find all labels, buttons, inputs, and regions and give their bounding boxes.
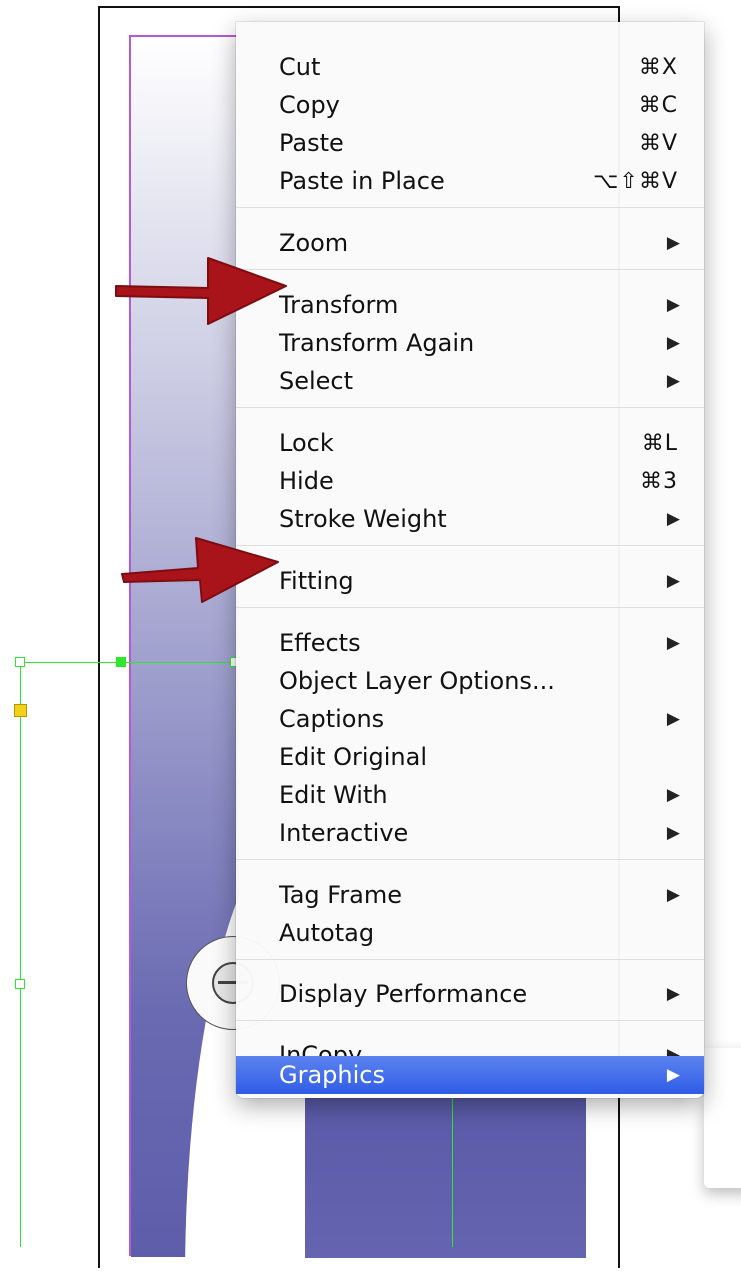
menu-item-copy[interactable]: Copy ⌘C	[236, 86, 704, 124]
menu-item-paste-in-place[interactable]: Paste in Place ⌥⇧⌘V	[236, 162, 704, 200]
submenu-arrow-icon: ▶	[666, 984, 680, 1004]
menu-separator	[236, 207, 704, 208]
selection-handle-top-left[interactable]	[15, 657, 25, 667]
menu-item-label: Object Layer Options...	[279, 667, 555, 695]
menu-item-graphics[interactable]: Graphics ▶	[236, 1056, 704, 1094]
menu-item-captions[interactable]: Captions ▶	[236, 700, 704, 738]
menu-item-label: Hide	[279, 467, 334, 495]
submenu-arrow-icon: ▶	[666, 233, 680, 253]
margin-guide-left	[129, 36, 131, 1256]
menu-item-label: Fitting	[279, 567, 354, 595]
menu-item-transform[interactable]: Transform ▶	[236, 286, 704, 324]
menu-item-label: Edit With	[279, 781, 388, 809]
menu-item-label: Lock	[279, 429, 334, 457]
submenu-arrow-icon: ▶	[666, 633, 680, 653]
selection-frame-center-guide	[452, 1098, 453, 1247]
submenu-arrow-icon: ▶	[666, 709, 680, 729]
menu-separator	[236, 407, 704, 408]
menu-item-label: Edit Original	[279, 743, 428, 771]
menu-item-label: Effects	[279, 629, 361, 657]
menu-item-stroke-weight[interactable]: Stroke Weight ▶	[236, 500, 704, 538]
menu-item-display-performance[interactable]: Display Performance ▶	[236, 975, 704, 1013]
menu-item-cut[interactable]: Cut ⌘X	[236, 48, 704, 86]
menu-item-hide[interactable]: Hide ⌘3	[236, 462, 704, 500]
annotation-arrow-fitting-icon	[121, 537, 279, 603]
context-menu: Cut ⌘X Copy ⌘C Paste ⌘V Paste in Place ⌥…	[236, 22, 704, 1098]
selection-handle-left-mid[interactable]	[15, 979, 25, 989]
menu-item-label: Captions	[279, 705, 385, 733]
menu-item-select[interactable]: Select ▶	[236, 362, 704, 400]
submenu-arrow-icon: ▶	[666, 371, 680, 391]
menu-item-shortcut: ⌘L	[641, 430, 678, 456]
submenu-arrow-icon: ▶	[666, 823, 680, 843]
menu-separator	[236, 545, 704, 546]
submenu-arrow-icon: ▶	[666, 785, 680, 805]
submenu-arrow-icon: ▶	[666, 571, 680, 591]
menu-separator	[236, 269, 704, 270]
menu-item-shortcut: ⌥⇧⌘V	[593, 168, 678, 194]
menu-item-interactive[interactable]: Interactive ▶	[236, 814, 704, 852]
menu-item-label: Cut	[279, 53, 321, 81]
margin-guide-top	[129, 35, 239, 37]
menu-item-label: Interactive	[279, 819, 409, 847]
menu-item-zoom[interactable]: Zoom ▶	[236, 224, 704, 262]
menu-separator	[236, 1020, 704, 1021]
menu-item-label: Display Performance	[279, 980, 528, 1008]
submenu-arrow-icon: ▶	[666, 885, 680, 905]
selection-frame-top-edge	[20, 662, 236, 663]
submenu-arrow-icon: ▶	[666, 509, 680, 529]
menu-item-tag-frame[interactable]: Tag Frame ▶	[236, 876, 704, 914]
menu-item-paste[interactable]: Paste ⌘V	[236, 124, 704, 162]
menu-separator	[236, 959, 704, 960]
menu-item-label: Tag Frame	[279, 881, 403, 909]
menu-item-effects[interactable]: Effects ▶	[236, 624, 704, 662]
menu-item-label: Transform Again	[279, 329, 475, 357]
menu-separator	[236, 607, 704, 608]
menu-item-label: Select	[279, 367, 354, 395]
menu-item-autotag[interactable]: Autotag	[236, 914, 704, 952]
menu-item-lock[interactable]: Lock ⌘L	[236, 424, 704, 462]
graphics-submenu-panel	[704, 1048, 741, 1188]
menu-item-edit-with[interactable]: Edit With ▶	[236, 776, 704, 814]
menu-item-label: Autotag	[279, 919, 375, 947]
menu-item-transform-again[interactable]: Transform Again ▶	[236, 324, 704, 362]
menu-item-label: Graphics	[279, 1061, 385, 1089]
menu-item-object-layer-options[interactable]: Object Layer Options...	[236, 662, 704, 700]
menu-item-shortcut: ⌘X	[638, 54, 678, 80]
submenu-arrow-icon: ▶	[666, 1065, 680, 1085]
submenu-arrow-icon: ▶	[666, 295, 680, 315]
menu-item-shortcut: ⌘C	[638, 92, 678, 118]
annotation-arrow-transform-icon	[115, 257, 287, 325]
selection-frame-left-edge	[20, 660, 21, 1247]
menu-item-label: Paste	[279, 129, 344, 157]
menu-item-edit-original[interactable]: Edit Original	[236, 738, 704, 776]
selection-handle-top-mid[interactable]	[116, 657, 126, 667]
menu-separator	[236, 859, 704, 860]
menu-item-fitting[interactable]: Fitting ▶	[236, 562, 704, 600]
menu-item-shortcut: ⌘V	[638, 130, 678, 156]
menu-item-label: Paste in Place	[279, 167, 445, 195]
menu-item-label: Stroke Weight	[279, 505, 447, 533]
menu-item-label: Copy	[279, 91, 340, 119]
submenu-arrow-icon: ▶	[666, 333, 680, 353]
corner-options-handle[interactable]	[14, 704, 27, 717]
menu-item-shortcut: ⌘3	[640, 468, 678, 494]
